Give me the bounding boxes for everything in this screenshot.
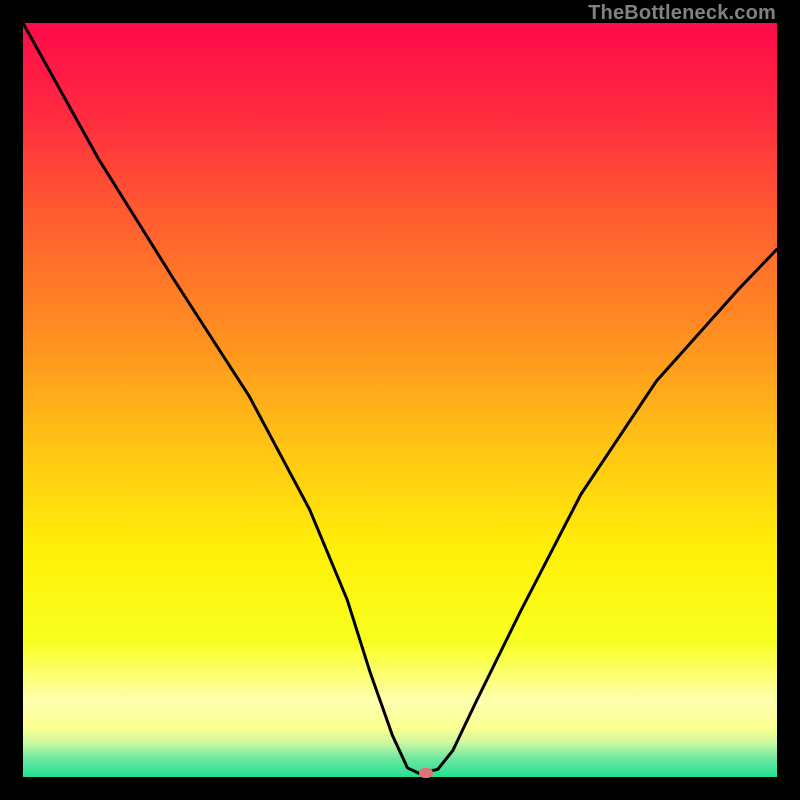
- background-gradient: [23, 23, 777, 777]
- plot-frame: [23, 23, 777, 777]
- optimum-marker: [419, 768, 433, 778]
- watermark-text: TheBottleneck.com: [588, 2, 776, 25]
